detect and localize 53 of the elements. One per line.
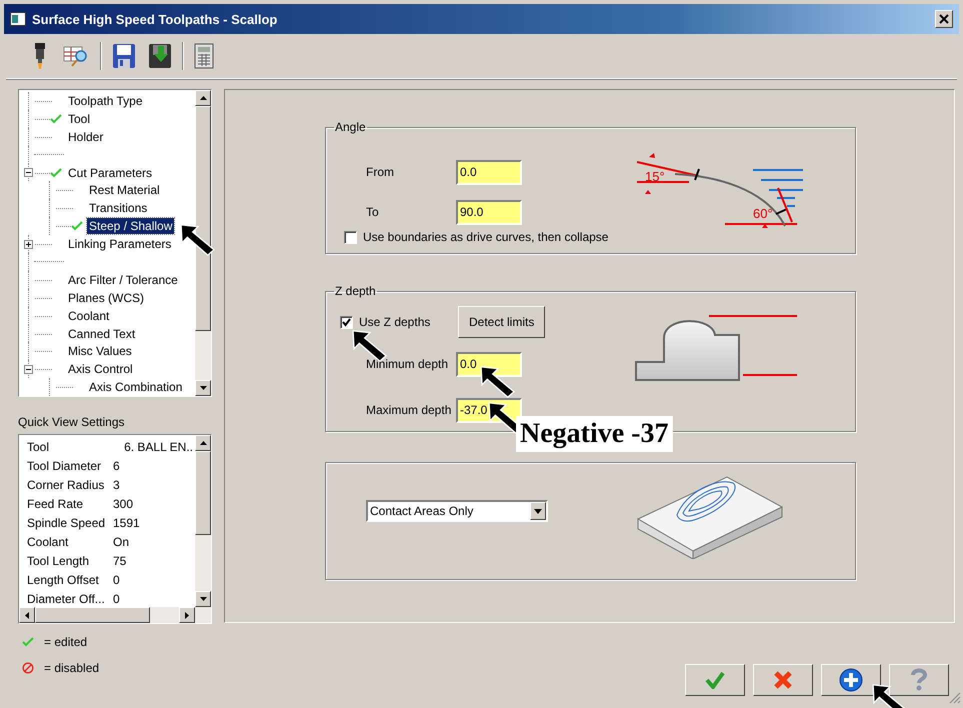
detect-limits-button[interactable]: Detect limits	[458, 306, 546, 338]
setting-value: 0	[113, 572, 120, 586]
setting-name: Tool Diameter	[27, 458, 102, 472]
setting-name: Spindle Speed	[27, 516, 106, 530]
setting-value: On	[113, 534, 130, 548]
angle-label: 60°	[753, 206, 773, 221]
field-label: To	[366, 205, 380, 219]
tree-item[interactable]: Planes (WCS)	[66, 290, 146, 306]
tree-item[interactable]: Transitions	[87, 200, 150, 216]
annotation-label: Negative -37	[516, 416, 673, 452]
tree-item[interactable]: Canned Text	[66, 326, 138, 342]
setting-value: 0	[113, 592, 120, 606]
dropdown[interactable]: Contact Areas Only	[366, 500, 548, 522]
angle-label: 15°	[645, 169, 665, 184]
setting-name: Diameter Off...	[27, 592, 106, 606]
tree-item[interactable]: Tool	[66, 110, 92, 127]
section-title: Quick View Settings	[18, 415, 126, 429]
field-label: Minimum depth	[366, 357, 450, 371]
setting-name: Feed Rate	[27, 496, 84, 510]
setting-name: Coolant	[27, 534, 70, 548]
tree-item[interactable]: Steep / Shallow	[87, 218, 174, 234]
tree-item[interactable]: Rest Material	[87, 182, 162, 198]
checkbox-label: Use boundaries as drive curves, then collapse	[363, 230, 608, 244]
tree-item[interactable]: Axis Control	[66, 361, 135, 378]
field-label: Maximum depth	[366, 403, 452, 417]
window-title: Surface High Speed Toolpaths - Scallop	[32, 12, 278, 26]
tree-item[interactable]: Cut Parameters	[66, 164, 154, 180]
tree-item[interactable]: Toolpath Type	[66, 92, 145, 109]
group-title: Angle	[334, 120, 367, 134]
input-field[interactable]: 90.0	[456, 200, 522, 224]
setting-value: 6	[113, 458, 120, 472]
input-field[interactable]: 0.0	[456, 352, 522, 376]
checkbox-label: Use Z depths	[359, 315, 430, 329]
setting-value: 300	[113, 496, 134, 510]
legend-label: = edited	[44, 635, 88, 649]
setting-value: 75	[113, 554, 126, 568]
setting-value: 6. BALL EN..	[124, 440, 194, 454]
tree-item[interactable]: Axis Combination	[87, 379, 184, 396]
tree-item[interactable]: Linking Parameters	[66, 236, 174, 252]
setting-name: Length Offset	[27, 572, 100, 586]
tree-item[interactable]: Arc Filter / Tolerance	[66, 272, 180, 288]
setting-name: Tool Length	[27, 554, 90, 568]
tree-item[interactable]: Misc Values	[66, 343, 134, 360]
tree-item[interactable]: Coolant	[66, 308, 112, 324]
group-title: Z depth	[334, 284, 377, 298]
field-label: From	[366, 165, 395, 179]
setting-value: 3	[113, 478, 120, 492]
legend-label: = disabled	[44, 661, 100, 675]
setting-name: Tool	[27, 440, 50, 454]
setting-value: 1591	[113, 516, 140, 530]
tree-item[interactable]: Holder	[66, 128, 106, 145]
setting-name: Corner Radius	[27, 478, 106, 492]
input-field[interactable]: 0.0	[456, 160, 522, 184]
